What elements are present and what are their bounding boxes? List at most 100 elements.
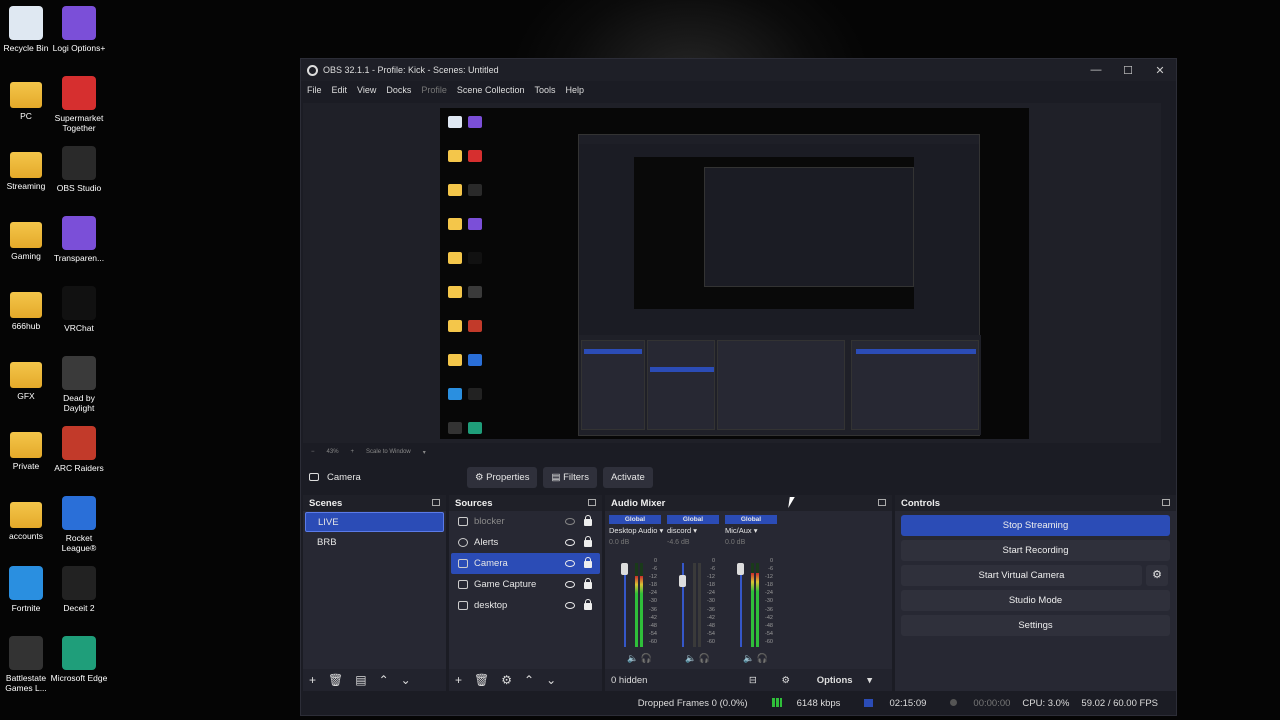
headphones-icon[interactable]: 🎧 bbox=[641, 653, 652, 663]
fader-handle[interactable] bbox=[679, 575, 686, 587]
desktop-icon[interactable]: Deceit 2 bbox=[50, 566, 108, 613]
zoom-in-button[interactable]: + bbox=[351, 449, 355, 455]
add-source-button[interactable]: + bbox=[455, 673, 462, 687]
stop-streaming-button[interactable]: Stop Streaming bbox=[901, 515, 1170, 536]
volume-fader[interactable] bbox=[679, 563, 686, 647]
menu-scene-collection[interactable]: Scene Collection bbox=[457, 85, 525, 95]
channel-name-select[interactable]: Mic/Aux ▾ bbox=[725, 526, 777, 535]
speaker-icon[interactable]: 🔈 bbox=[743, 653, 754, 663]
source-item-desktop[interactable]: desktop bbox=[451, 595, 600, 616]
undock-icon[interactable] bbox=[878, 499, 886, 506]
desktop-icon[interactable]: VRChat bbox=[50, 286, 108, 333]
menu-docks[interactable]: Docks bbox=[386, 85, 411, 95]
fader-handle[interactable] bbox=[737, 563, 744, 575]
level-meter bbox=[635, 563, 638, 647]
virtual-camera-settings-icon[interactable]: ⚙ bbox=[1146, 565, 1168, 586]
menu-help[interactable]: Help bbox=[565, 85, 584, 95]
desktop-icon[interactable]: Transparen... bbox=[50, 216, 108, 263]
trash-icon[interactable]: 🗑 bbox=[474, 673, 489, 687]
desktop-icon[interactable]: Dead by Daylight bbox=[50, 356, 108, 413]
desktop-icon[interactable]: accounts bbox=[0, 496, 55, 541]
desktop-icon[interactable]: OBS Studio bbox=[50, 146, 108, 193]
source-item-alerts[interactable]: Alerts bbox=[451, 532, 600, 553]
speaker-icon[interactable]: 🔈 bbox=[685, 653, 696, 663]
maximize-button[interactable]: ☐ bbox=[1112, 64, 1144, 77]
db-tick-label: -18 bbox=[649, 582, 657, 589]
filters-button[interactable]: ▤ Filters bbox=[543, 466, 597, 488]
desktop-icon[interactable]: Gaming bbox=[0, 216, 55, 261]
undock-icon[interactable] bbox=[588, 499, 596, 506]
menu-view[interactable]: View bbox=[357, 85, 376, 95]
scale-mode-select[interactable]: Scale to Window bbox=[366, 449, 411, 455]
layout-icon[interactable]: ⊟ bbox=[749, 675, 757, 686]
minimize-button[interactable]: — bbox=[1080, 64, 1112, 77]
headphones-icon[interactable]: 🎧 bbox=[699, 653, 710, 663]
eye-hidden-icon[interactable] bbox=[565, 518, 575, 525]
lock-icon[interactable] bbox=[584, 599, 592, 610]
headphones-icon[interactable]: 🎧 bbox=[757, 653, 768, 663]
eye-icon[interactable] bbox=[565, 560, 575, 567]
close-button[interactable]: ✕ bbox=[1144, 64, 1176, 77]
activate-button[interactable]: Activate bbox=[602, 466, 653, 488]
source-item-blocker[interactable]: blocker bbox=[451, 511, 600, 532]
nested-scenes-panel bbox=[581, 340, 645, 430]
move-up-icon[interactable]: ⌃ bbox=[379, 673, 389, 687]
trash-icon[interactable]: 🗑 bbox=[328, 673, 343, 687]
gear-icon[interactable]: ⚙ bbox=[501, 673, 512, 687]
channel-buttons: 🔈 🎧 bbox=[685, 653, 710, 664]
desktop-icon[interactable]: Private bbox=[0, 426, 55, 471]
lock-icon[interactable] bbox=[584, 515, 592, 526]
menu-file[interactable]: File bbox=[307, 85, 322, 95]
speaker-icon[interactable]: 🔈 bbox=[627, 653, 638, 663]
desktop-icon[interactable]: PC bbox=[0, 76, 55, 121]
desktop-icon[interactable]: Fortnite bbox=[0, 566, 55, 613]
undock-icon[interactable] bbox=[432, 499, 440, 506]
volume-fader[interactable] bbox=[621, 563, 628, 647]
move-down-icon[interactable]: ⌄ bbox=[401, 673, 411, 687]
eye-icon[interactable] bbox=[565, 539, 575, 546]
settings-button[interactable]: Settings bbox=[901, 615, 1170, 636]
start-recording-button[interactable]: Start Recording bbox=[901, 540, 1170, 561]
desktop-icon[interactable]: GFX bbox=[0, 356, 55, 401]
start-virtual-camera-button[interactable]: Start Virtual Camera bbox=[901, 565, 1142, 586]
desktop-icon[interactable]: Supermarket Together bbox=[50, 76, 108, 133]
desktop-icon[interactable]: Rocket League® bbox=[50, 496, 108, 553]
source-item-game-capture[interactable]: Game Capture bbox=[451, 574, 600, 595]
menu-tools[interactable]: Tools bbox=[534, 85, 555, 95]
properties-button[interactable]: ⚙ Properties bbox=[467, 466, 538, 488]
undock-icon[interactable] bbox=[1162, 499, 1170, 506]
program-preview[interactable] bbox=[440, 108, 1029, 439]
fader-handle[interactable] bbox=[621, 563, 628, 575]
desktop-icon[interactable]: Microsoft Edge bbox=[50, 636, 108, 683]
source-item-camera[interactable]: Camera bbox=[451, 553, 600, 574]
eye-icon[interactable] bbox=[565, 602, 575, 609]
lock-icon[interactable] bbox=[584, 557, 592, 568]
eye-icon[interactable] bbox=[565, 581, 575, 588]
move-up-icon[interactable]: ⌃ bbox=[524, 673, 534, 687]
zoom-out-button[interactable]: − bbox=[311, 449, 315, 455]
desktop-icon[interactable]: Recycle Bin bbox=[0, 6, 55, 53]
volume-fader[interactable] bbox=[737, 563, 744, 647]
lock-icon[interactable] bbox=[584, 578, 592, 589]
mixer-settings-icon[interactable]: ⚙ bbox=[782, 675, 791, 686]
desktop-icon[interactable]: ARC Raiders bbox=[50, 426, 108, 473]
lock-icon[interactable] bbox=[584, 536, 592, 547]
chevron-down-icon[interactable]: ▾ bbox=[423, 449, 426, 456]
channel-name-select[interactable]: discord ▾ bbox=[667, 526, 719, 535]
mixer-options-button[interactable]: Options ▾ bbox=[817, 675, 872, 686]
scene-item-live[interactable]: LIVE bbox=[305, 512, 444, 532]
desktop-icon[interactable]: 666hub bbox=[0, 286, 55, 331]
add-scene-button[interactable]: + bbox=[309, 673, 316, 687]
desktop-icon[interactable]: Logi Options+ bbox=[50, 6, 108, 53]
desktop-icon[interactable]: Streaming bbox=[0, 146, 55, 191]
channel-name-select[interactable]: Desktop Audio ▾ bbox=[609, 526, 663, 535]
move-down-icon[interactable]: ⌄ bbox=[546, 673, 556, 687]
menu-profile[interactable]: Profile bbox=[421, 85, 447, 95]
db-tick-label: 0 bbox=[769, 558, 773, 564]
scene-filters-icon[interactable]: ▤ bbox=[355, 673, 366, 687]
preview-area[interactable] bbox=[303, 103, 1161, 443]
scene-item-brb[interactable]: BRB bbox=[305, 533, 444, 553]
desktop-icon[interactable]: Battlestate Games L... bbox=[0, 636, 55, 693]
menu-edit[interactable]: Edit bbox=[332, 85, 348, 95]
studio-mode-button[interactable]: Studio Mode bbox=[901, 590, 1170, 611]
